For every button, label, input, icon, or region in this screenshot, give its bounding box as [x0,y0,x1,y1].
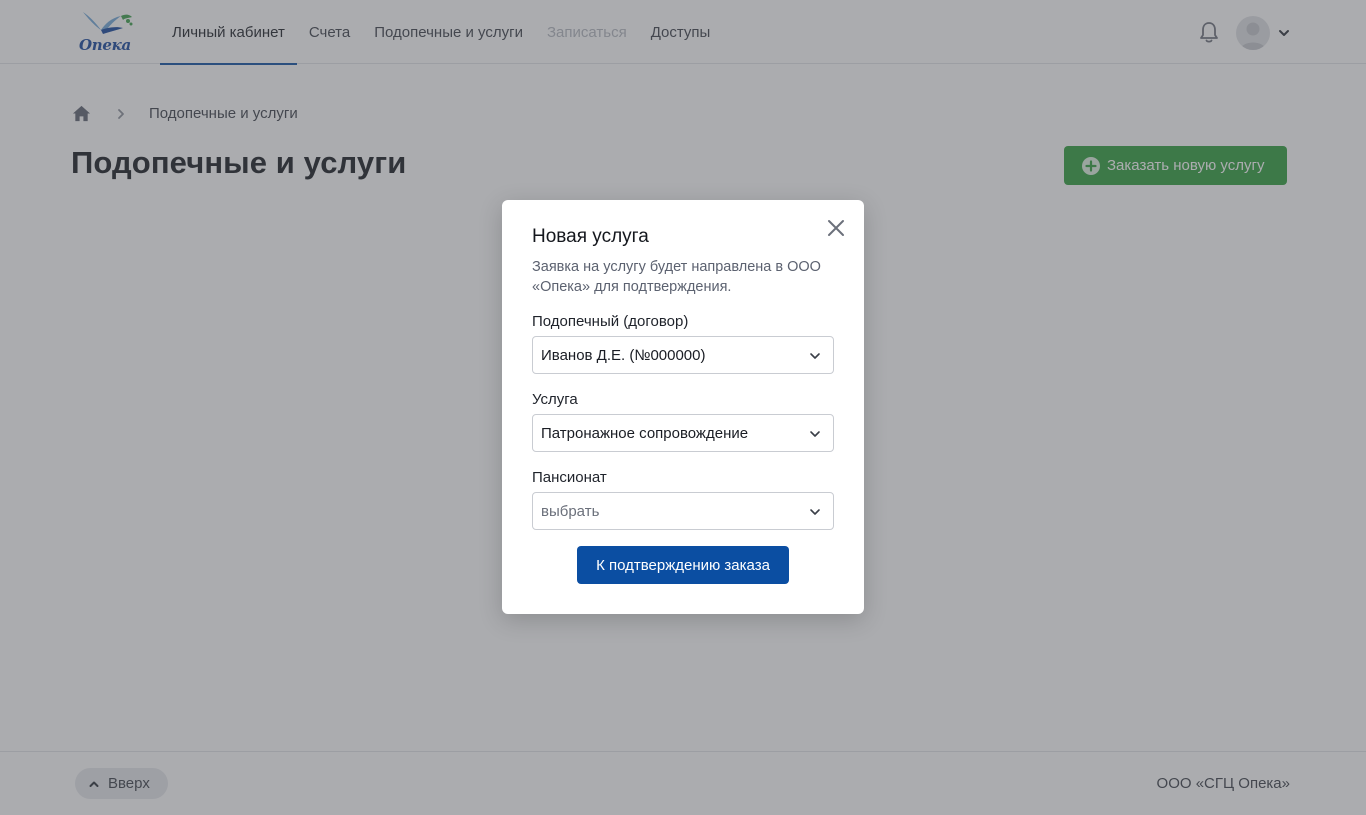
ward-select-value: Иванов Д.Е. (№000000) [541,346,706,364]
boarding-house-select-placeholder: выбрать [541,502,600,520]
ward-field-label: Подопечный (договор) [532,313,689,330]
close-icon[interactable] [826,218,846,238]
service-field-label: Услуга [532,391,578,408]
dialog-description: Заявка на услугу будет направлена в ООО … [532,259,821,295]
chevron-down-icon [810,353,820,359]
dialog-title: Новая услуга [532,226,649,247]
service-select-value: Патронажное сопровождение [541,424,749,442]
boarding-house-select[interactable]: выбрать [532,492,834,530]
proceed-to-confirmation-button[interactable]: К подтверждению заказа [577,546,789,584]
service-select[interactable]: Патронажное сопровождение [532,414,834,452]
new-service-dialog: Новая услуга Заявка на услугу будет напр… [502,200,864,614]
ward-select[interactable]: Иванов Д.Е. (№000000) [532,336,834,374]
chevron-down-icon [810,509,820,515]
chevron-down-icon [810,431,820,437]
boarding-house-field-label: Пансионат [532,469,607,486]
